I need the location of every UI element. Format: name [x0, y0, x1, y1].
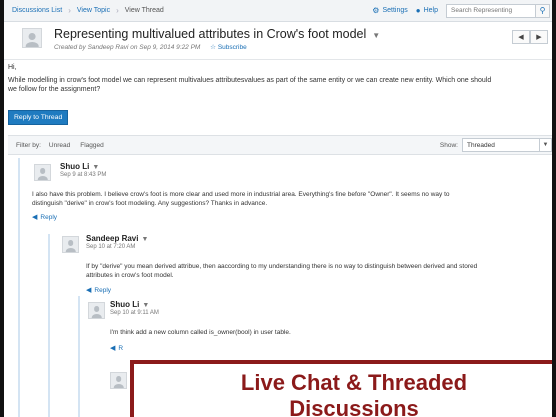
avatar [88, 302, 105, 319]
discussion-window: Discussions List › View Topic › View Thr… [0, 0, 556, 417]
post-author: Shuo Li ▼ [110, 300, 159, 309]
chevron-down-icon[interactable]: ▼ [142, 302, 149, 309]
avatar [22, 28, 42, 48]
thread-indent-line [78, 296, 80, 417]
post-author: Shuo Li ▼ [60, 162, 106, 171]
show-label: Show: [439, 141, 458, 149]
help-link[interactable]: ● Help [416, 6, 438, 15]
reply-link[interactable]: ◀ Reply [86, 286, 112, 295]
top-nav-bar: Discussions List › View Topic › View Thr… [4, 0, 552, 22]
filter-label: Filter by: [16, 141, 41, 149]
reply-link[interactable]: ◀ R [110, 344, 124, 353]
chevron-down-icon[interactable]: ▼ [141, 236, 148, 243]
next-thread-button[interactable]: ▶ [530, 30, 548, 44]
breadcrumb: Discussions List › View Topic › View Thr… [4, 6, 164, 15]
post-body: While modelling in crow's foot model we … [8, 76, 552, 94]
reply-arrow-icon: ◀ [110, 345, 116, 352]
gear-icon: ⚙ [372, 6, 380, 15]
subscribe-link[interactable]: ☆ Subscribe [210, 44, 247, 51]
post-text-line: I'm think add a new column called is_own… [110, 329, 291, 336]
post-text-line: attributes in crow's foot model. [86, 272, 174, 279]
help-icon: ● [415, 6, 421, 15]
post-text: I also have this problem. I believe crow… [32, 190, 450, 208]
reply-label: Reply [94, 286, 112, 294]
nav-tools: ⚙ Settings ● Help ⚲ [372, 3, 552, 18]
chevron-down-icon[interactable]: ▼ [92, 164, 99, 171]
post-author: Sandeep Ravi ▼ [86, 234, 148, 243]
topic-header: Representing multivalued attributes in C… [4, 22, 552, 60]
post-text-line: distinguish "derive" in crow's foot mode… [32, 200, 268, 207]
post-date: Sep 10 at 9:11 AM [110, 310, 159, 316]
avatar [34, 164, 51, 181]
banner-title: Live Chat & Threaded Discussions [134, 370, 552, 417]
chevron-down-icon[interactable]: ▼ [372, 31, 380, 40]
reply-arrow-icon: ◀ [32, 214, 38, 221]
arrow-left-icon: ◀ [518, 34, 524, 41]
previous-thread-button[interactable]: ◀ [512, 30, 530, 44]
topic-meta: Created by Sandeep Ravi on Sep 9, 2014 9… [54, 43, 247, 51]
post-author-name: Shuo Li [110, 300, 140, 309]
reply-label: R [118, 344, 124, 352]
post-date: Sep 10 at 7:20 AM [86, 244, 136, 250]
subscribe-label: Subscribe [217, 44, 247, 51]
post-text: If by "derive" you mean derived attribue… [86, 262, 477, 280]
view-mode-value: Threaded [467, 141, 495, 149]
post-text-line: I also have this problem. I believe crow… [32, 191, 450, 198]
avatar [110, 372, 127, 389]
breadcrumb-view-thread: View Thread [124, 7, 164, 14]
search-button[interactable]: ⚲ [536, 3, 550, 18]
settings-label: Settings [382, 7, 408, 14]
reply-label: Reply [40, 213, 58, 221]
post-body-line: While modelling in crow's foot model we … [8, 77, 492, 84]
search-icon: ⚲ [539, 6, 546, 15]
banner-line: Live Chat & Threaded [240, 370, 468, 395]
search-input[interactable] [446, 3, 536, 18]
topic-title: Representing multivalued attributes in C… [54, 27, 367, 41]
post-greeting: Hi, [8, 64, 17, 71]
thread-indent-line [48, 234, 50, 417]
page-title: Representing multivalued attributes in C… [54, 27, 380, 41]
chevron-down-icon: ▼ [539, 139, 551, 151]
post-text: I'm think add a new column called is_own… [110, 328, 291, 337]
feature-banner: Live Chat & Threaded Discussions [130, 360, 552, 417]
help-label: Help [423, 7, 438, 14]
post-text-line: If by "derive" you mean derived attribue… [86, 263, 478, 270]
breadcrumb-discussions-list[interactable]: Discussions List [12, 7, 62, 14]
topic-created-by: Created by Sandeep Ravi on Sep 9, 2014 9… [54, 44, 201, 51]
avatar [62, 236, 79, 253]
reply-arrow-icon: ◀ [86, 287, 92, 294]
post-date: Sep 9 at 8:43 PM [60, 172, 107, 178]
settings-link[interactable]: ⚙ Settings [372, 6, 407, 15]
breadcrumb-separator-icon: › [68, 6, 71, 15]
thread-pager: ◀ ▶ [512, 30, 548, 44]
post-author-name: Sandeep Ravi [86, 234, 139, 243]
thread-indent-line [18, 158, 20, 417]
breadcrumb-separator-icon: › [116, 6, 119, 15]
reply-to-thread-button[interactable]: Reply to Thread [8, 110, 69, 125]
post-author-name: Shuo Li [60, 162, 90, 171]
view-mode-select[interactable]: Threaded ▼ [462, 138, 552, 152]
post-body-line: we follow for the assignment? [8, 86, 101, 93]
filter-unread[interactable]: Unread [49, 142, 70, 149]
reply-link[interactable]: ◀ Reply [32, 213, 58, 222]
breadcrumb-view-topic[interactable]: View Topic [77, 7, 110, 14]
filter-flagged[interactable]: Flagged [80, 142, 104, 149]
banner-line: Discussions [289, 396, 419, 417]
arrow-right-icon: ▶ [536, 34, 542, 41]
filter-bar: Filter by: Unread Flagged Show: Threaded… [8, 135, 552, 155]
